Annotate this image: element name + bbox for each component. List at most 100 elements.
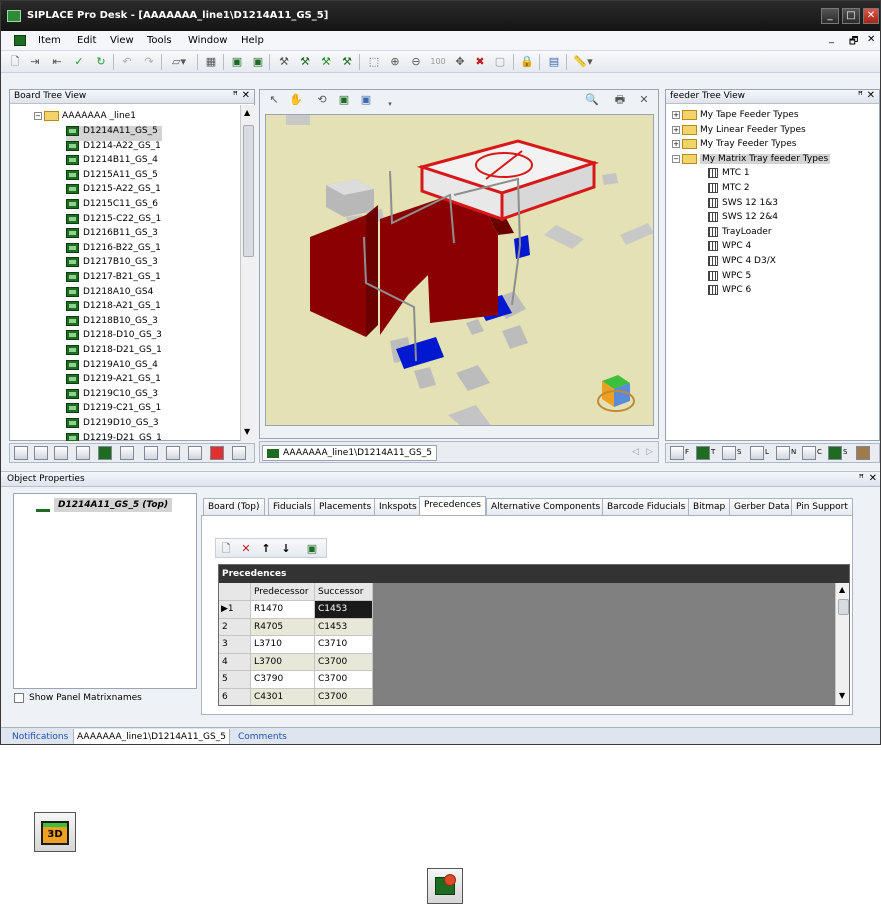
column-header-predecessor[interactable]: Predecessor [251, 583, 315, 601]
feeder-item[interactable]: SWS 12 1&3 [708, 197, 778, 213]
grid-scrollbar[interactable]: ▲ ▼ [835, 583, 849, 705]
board-strip-icon[interactable] [76, 446, 90, 460]
scroll-down-icon[interactable]: ▼ [244, 427, 250, 436]
feeder-strip-icon[interactable] [696, 446, 710, 460]
board-strip-icon[interactable] [14, 446, 28, 460]
hand-icon[interactable]: ✋ [288, 92, 304, 108]
placement-list-icon[interactable]: ⚒ [339, 54, 355, 70]
board-tree-item[interactable]: D1215C11_GS_6 [66, 199, 158, 214]
board-strip-icon[interactable] [166, 446, 180, 460]
board-tree-item[interactable]: D1219C10_GS_3 [66, 388, 158, 404]
tab-bitmap[interactable]: Bitmap [688, 498, 731, 515]
fit-icon[interactable]: ▢ [492, 54, 508, 70]
refresh-icon[interactable]: ↻ [93, 54, 109, 70]
view3d-icon[interactable]: ▣ [358, 92, 374, 108]
placement-check-icon[interactable]: ⚒ [318, 54, 334, 70]
maximize-button[interactable]: □ [842, 8, 860, 24]
feeder-item[interactable]: MTC 2 [708, 183, 750, 198]
feeder-folder[interactable]: + My Tape Feeder Types [672, 110, 799, 125]
tab-fiducials[interactable]: Fiducials [268, 498, 317, 515]
selected-object[interactable]: D1214A11_GS_5 (Top) [54, 498, 173, 512]
expand-icon[interactable]: + [672, 125, 680, 134]
close-icon[interactable]: ✕ [242, 90, 250, 101]
scroll-up-icon[interactable]: ▲ [839, 585, 845, 594]
show-panel-matrix-checkbox[interactable] [14, 693, 24, 703]
close-icon[interactable]: ✕ [636, 92, 652, 108]
new-icon[interactable]: 🗋 [7, 54, 23, 70]
tab-gerber-data[interactable]: Gerber Data [729, 498, 795, 515]
predecessor-cell[interactable]: C4301 [251, 689, 315, 705]
board-tree-item[interactable]: D1218-A21_GS_1 [66, 301, 161, 316]
feeder-folder[interactable]: + My Tray Feeder Types [672, 139, 796, 154]
board-tree-item[interactable]: D1214A11_GS_5 [66, 126, 162, 141]
tab-prev-icon[interactable]: ◁ [632, 447, 639, 457]
tab-comments[interactable]: Comments [235, 729, 290, 744]
board-tree-item[interactable]: D1219A10_GS_4 [66, 359, 158, 375]
menu-edit[interactable]: Edit [77, 35, 96, 46]
successor-cell[interactable]: C3700 [315, 671, 373, 689]
row-header[interactable]: 3 [219, 636, 251, 654]
board-tree-item[interactable]: D1219D10_GS_3 [66, 418, 159, 433]
print-icon[interactable]: 🖶 [612, 92, 628, 108]
lock-icon[interactable]: 🔒 [519, 54, 535, 70]
board-tree-item[interactable]: D1215-A22_GS_1 [66, 184, 161, 199]
board-tree-item[interactable]: D1217-B21_GS_1 [66, 272, 161, 287]
board-tree-item[interactable]: D1218-D21_GS_1 [66, 345, 162, 360]
board-tree-item[interactable]: D1219-D21_GS_1 [66, 432, 162, 441]
successor-cell[interactable]: C1453 [315, 618, 373, 637]
mdi-restore-button[interactable]: 🗗 [849, 34, 858, 51]
successor-cell[interactable]: C3710 [315, 636, 373, 654]
menu-tools[interactable]: Tools [147, 35, 172, 46]
menu-view[interactable]: View [110, 35, 134, 46]
3d-board-view[interactable] [265, 114, 654, 426]
board-strip-icon[interactable] [120, 446, 134, 460]
predecessor-cell[interactable]: L3700 [251, 653, 315, 672]
board-tree-item[interactable]: D1214-A22_GS_1 [66, 140, 161, 156]
pin-icon[interactable]: ꟸ [858, 91, 863, 101]
feeder-strip-icon[interactable] [776, 446, 790, 460]
scroll-up-icon[interactable]: ▲ [244, 108, 250, 117]
board-tree-item[interactable]: D1215-C22_GS_1 [66, 213, 161, 229]
feeder-item[interactable]: WPC 5 [708, 270, 751, 286]
board-tree-item[interactable]: D1214B11_GS_4 [66, 155, 158, 170]
close-button[interactable]: ✕ [863, 8, 879, 24]
placement-icon[interactable]: ⚒ [297, 54, 313, 70]
menu-window[interactable]: Window [188, 35, 227, 46]
feeder-strip-icon[interactable] [670, 446, 684, 460]
zoom-100-icon[interactable]: 100 [428, 54, 448, 70]
board-tree-item[interactable]: D1215A11_GS_5 [66, 169, 158, 185]
board-strip-icon[interactable] [188, 446, 202, 460]
scroll-thumb[interactable] [243, 125, 254, 257]
grid-view-icon[interactable]: ▦ [203, 54, 219, 70]
tab-barcode-fiducials[interactable]: Barcode Fiducials [602, 498, 691, 515]
collapse-icon[interactable]: − [34, 112, 42, 120]
tab-document[interactable]: AAAAAAA_line1\D1214A11_GS_5 [73, 729, 230, 744]
feeder-item[interactable]: SWS 12 2&4 [708, 212, 778, 227]
feeder-item[interactable]: WPC 4 D3/X [708, 256, 776, 271]
placement-link-icon[interactable]: ▣ [304, 541, 320, 557]
pointer-icon[interactable]: ↖ [266, 92, 282, 108]
zoom-in-icon[interactable]: ⊕ [387, 54, 403, 70]
tab-placements[interactable]: Placements [314, 498, 377, 515]
pin-icon[interactable]: ꟸ [859, 474, 864, 484]
successor-cell[interactable]: C3700 [315, 653, 373, 672]
predecessor-cell[interactable]: R4705 [251, 618, 315, 637]
tab-pin-support[interactable]: Pin Support [791, 498, 853, 515]
row-header[interactable]: 2 [219, 618, 251, 637]
ruler-dropdown-icon[interactable]: 📏▾ [571, 54, 595, 70]
tab-next-icon[interactable]: ▷ [646, 447, 653, 457]
row-header[interactable]: 5 [219, 671, 251, 689]
tab-precedences[interactable]: Precedences [419, 496, 486, 515]
board-settings-icon[interactable]: ▣ [250, 54, 266, 70]
database-icon[interactable]: ▤ [546, 54, 562, 70]
scroll-thumb[interactable] [838, 599, 849, 615]
mdi-minimize-button[interactable]: _ [829, 33, 834, 44]
menu-help[interactable]: Help [241, 35, 264, 46]
move-up-icon[interactable]: ↑ [258, 541, 274, 557]
board-tree-item[interactable]: D1218A10_GS4 [66, 286, 153, 302]
new-row-icon[interactable]: 🗋 [218, 541, 234, 557]
successor-cell[interactable]: C3700 [315, 689, 373, 705]
board-tree-item[interactable]: D1219-A21_GS_1 [66, 374, 161, 389]
tab-inkspots[interactable]: Inkspots [374, 498, 422, 515]
close-icon[interactable]: ✕ [869, 473, 877, 484]
